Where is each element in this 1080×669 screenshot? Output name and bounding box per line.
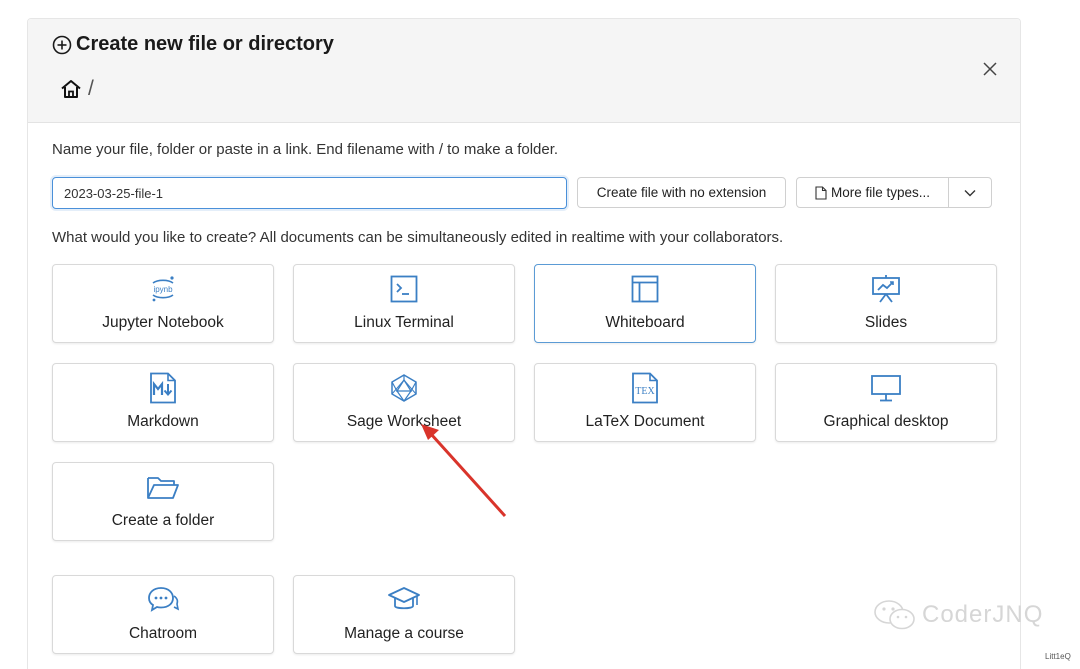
card-graphical-desktop[interactable]: Graphical desktop	[775, 363, 997, 442]
watermark: CoderJNQ	[872, 598, 1043, 632]
markdown-icon	[150, 372, 176, 404]
more-file-types-label: More file types...	[830, 185, 931, 200]
breadcrumb-separator: /	[88, 77, 94, 100]
create-no-extension-button[interactable]: Create file with no extension	[577, 177, 786, 208]
slides-icon	[872, 275, 900, 303]
card-label: LaTeX Document	[585, 413, 705, 430]
card-linux-terminal[interactable]: Linux Terminal	[293, 264, 515, 343]
card-latex-document[interactable]: TEX LaTeX Document	[534, 363, 756, 442]
card-whiteboard[interactable]: Whiteboard	[534, 264, 756, 343]
card-label: Markdown	[127, 413, 199, 430]
wechat-icon	[874, 600, 915, 630]
file-icon	[815, 185, 827, 200]
create-no-extension-label: Create file with no extension	[596, 185, 767, 200]
dialog-title: Create new file or directory	[52, 33, 334, 56]
card-label: Jupyter Notebook	[102, 314, 224, 331]
card-chatroom[interactable]: Chatroom	[52, 575, 274, 654]
more-file-types-button[interactable]: More file types...	[796, 177, 949, 208]
card-label: Create a folder	[111, 512, 215, 529]
close-button[interactable]	[982, 61, 998, 82]
card-markdown[interactable]: Markdown	[52, 363, 274, 442]
card-slides[interactable]: Slides	[775, 264, 997, 343]
close-icon	[983, 62, 997, 76]
graduation-cap-icon	[388, 587, 420, 610]
breadcrumb: /	[60, 77, 94, 101]
filename-instruction: Name your file, folder or paste in a lin…	[52, 141, 559, 158]
card-label: Sage Worksheet	[346, 413, 462, 430]
desktop-icon	[871, 375, 901, 402]
watermark-small: Litt1eQ	[1045, 652, 1071, 661]
card-jupyter-notebook[interactable]: ipynb Jupyter Notebook	[52, 264, 274, 343]
create-question: What would you like to create? All docum…	[52, 229, 784, 246]
create-dialog: Create new file or directory / Name your…	[27, 18, 1021, 669]
filename-input[interactable]	[52, 177, 567, 209]
chat-icon	[148, 587, 180, 612]
jupyter-icon: ipynb	[152, 276, 174, 302]
card-manage-course[interactable]: Manage a course	[293, 575, 515, 654]
chevron-down-icon	[964, 189, 976, 196]
whiteboard-icon	[631, 275, 659, 303]
card-sage-worksheet[interactable]: Sage Worksheet	[293, 363, 515, 442]
file-types-dropdown-toggle[interactable]	[948, 177, 992, 208]
sage-icon	[391, 374, 417, 402]
latex-icon-text: TEX	[635, 386, 655, 397]
card-label: Whiteboard	[605, 314, 685, 331]
plus-circle-icon	[52, 35, 72, 54]
dialog-header: Create new file or directory /	[28, 19, 1020, 123]
home-icon[interactable]	[60, 78, 82, 100]
card-label: Slides	[864, 314, 908, 331]
latex-icon: TEX	[632, 372, 658, 404]
card-label: Chatroom	[128, 625, 198, 642]
terminal-icon	[390, 275, 418, 303]
card-label: Linux Terminal	[354, 314, 454, 331]
folder-icon	[147, 477, 179, 499]
dialog-title-text: Create new file or directory	[76, 33, 334, 55]
jupyter-icon-text: ipynb	[153, 285, 173, 294]
card-create-folder[interactable]: Create a folder	[52, 462, 274, 541]
card-label: Manage a course	[344, 625, 464, 642]
watermark-text: CoderJNQ	[922, 601, 1044, 628]
card-label: Graphical desktop	[823, 413, 949, 430]
